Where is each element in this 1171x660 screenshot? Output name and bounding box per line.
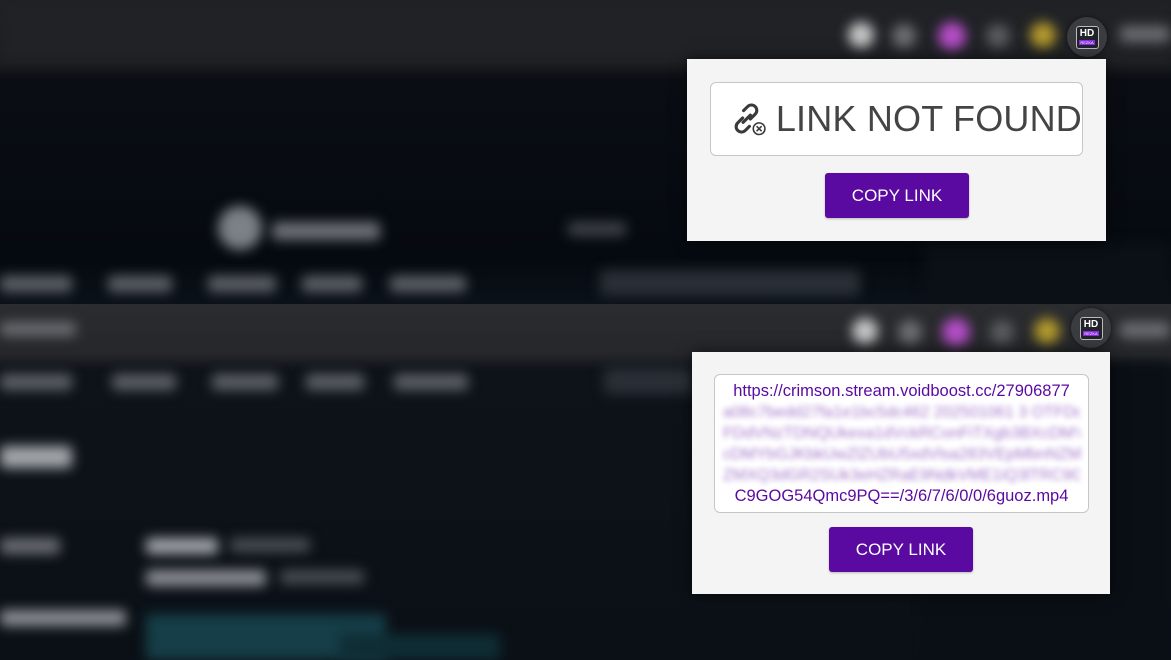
badge-sub-text: REZKA (1079, 40, 1095, 45)
video-link-box[interactable]: https://crimson.stream.voidboost.cc/2790… (714, 374, 1089, 513)
hdrezka-extension-badge[interactable]: HD REZKA (1067, 17, 1107, 57)
extension-popup-link-found: https://crimson.stream.voidboost.cc/2790… (692, 352, 1110, 594)
hdrezka-extension-badge[interactable]: HD REZKA (1071, 308, 1111, 348)
hd-rezka-logo-icon: HD REZKA (1079, 316, 1103, 340)
blurred-link-segment: cDMYbGJKbkUwZlZUbU5xdVlsa283VEpMbnNZMXQ3… (723, 447, 1080, 463)
broken-link-icon (734, 103, 766, 136)
video-link-first-line[interactable]: https://crimson.stream.voidboost.cc/2790… (715, 381, 1088, 401)
link-not-found-text: LINK NOT FOUND (775, 98, 1082, 139)
badge-main-text: HD (1079, 28, 1095, 39)
blurred-link-segment: FDdVNzTDNQUkexa1dVckRConFiTXgb3BXcDMYbGJ… (723, 426, 1080, 442)
video-link-last-line[interactable]: C9GOG54Qmc9PQ==/3/6/7/6/0/0/6guoz.mp4 (715, 486, 1088, 506)
copy-link-button[interactable]: COPY LINK (825, 173, 969, 218)
hd-rezka-logo-icon: HD REZKA (1075, 25, 1099, 49)
blurred-link-segment: a08c7bedd27fa1e1bc5dc462 202501061 3 OTF… (723, 405, 1080, 421)
badge-sub-text: REZKA (1083, 331, 1099, 336)
copy-link-button[interactable]: COPY LINK (829, 527, 973, 572)
badge-main-text: HD (1083, 319, 1099, 330)
blurred-link-segment: ZMXQ3dGR2SUk3eHZRaE9NdkVME1iQ3lTRC9GOG54 (723, 468, 1080, 484)
link-status-box: LINK NOT FOUND (710, 82, 1083, 156)
extension-popup-link-not-found: LINK NOT FOUND COPY LINK (687, 59, 1106, 241)
